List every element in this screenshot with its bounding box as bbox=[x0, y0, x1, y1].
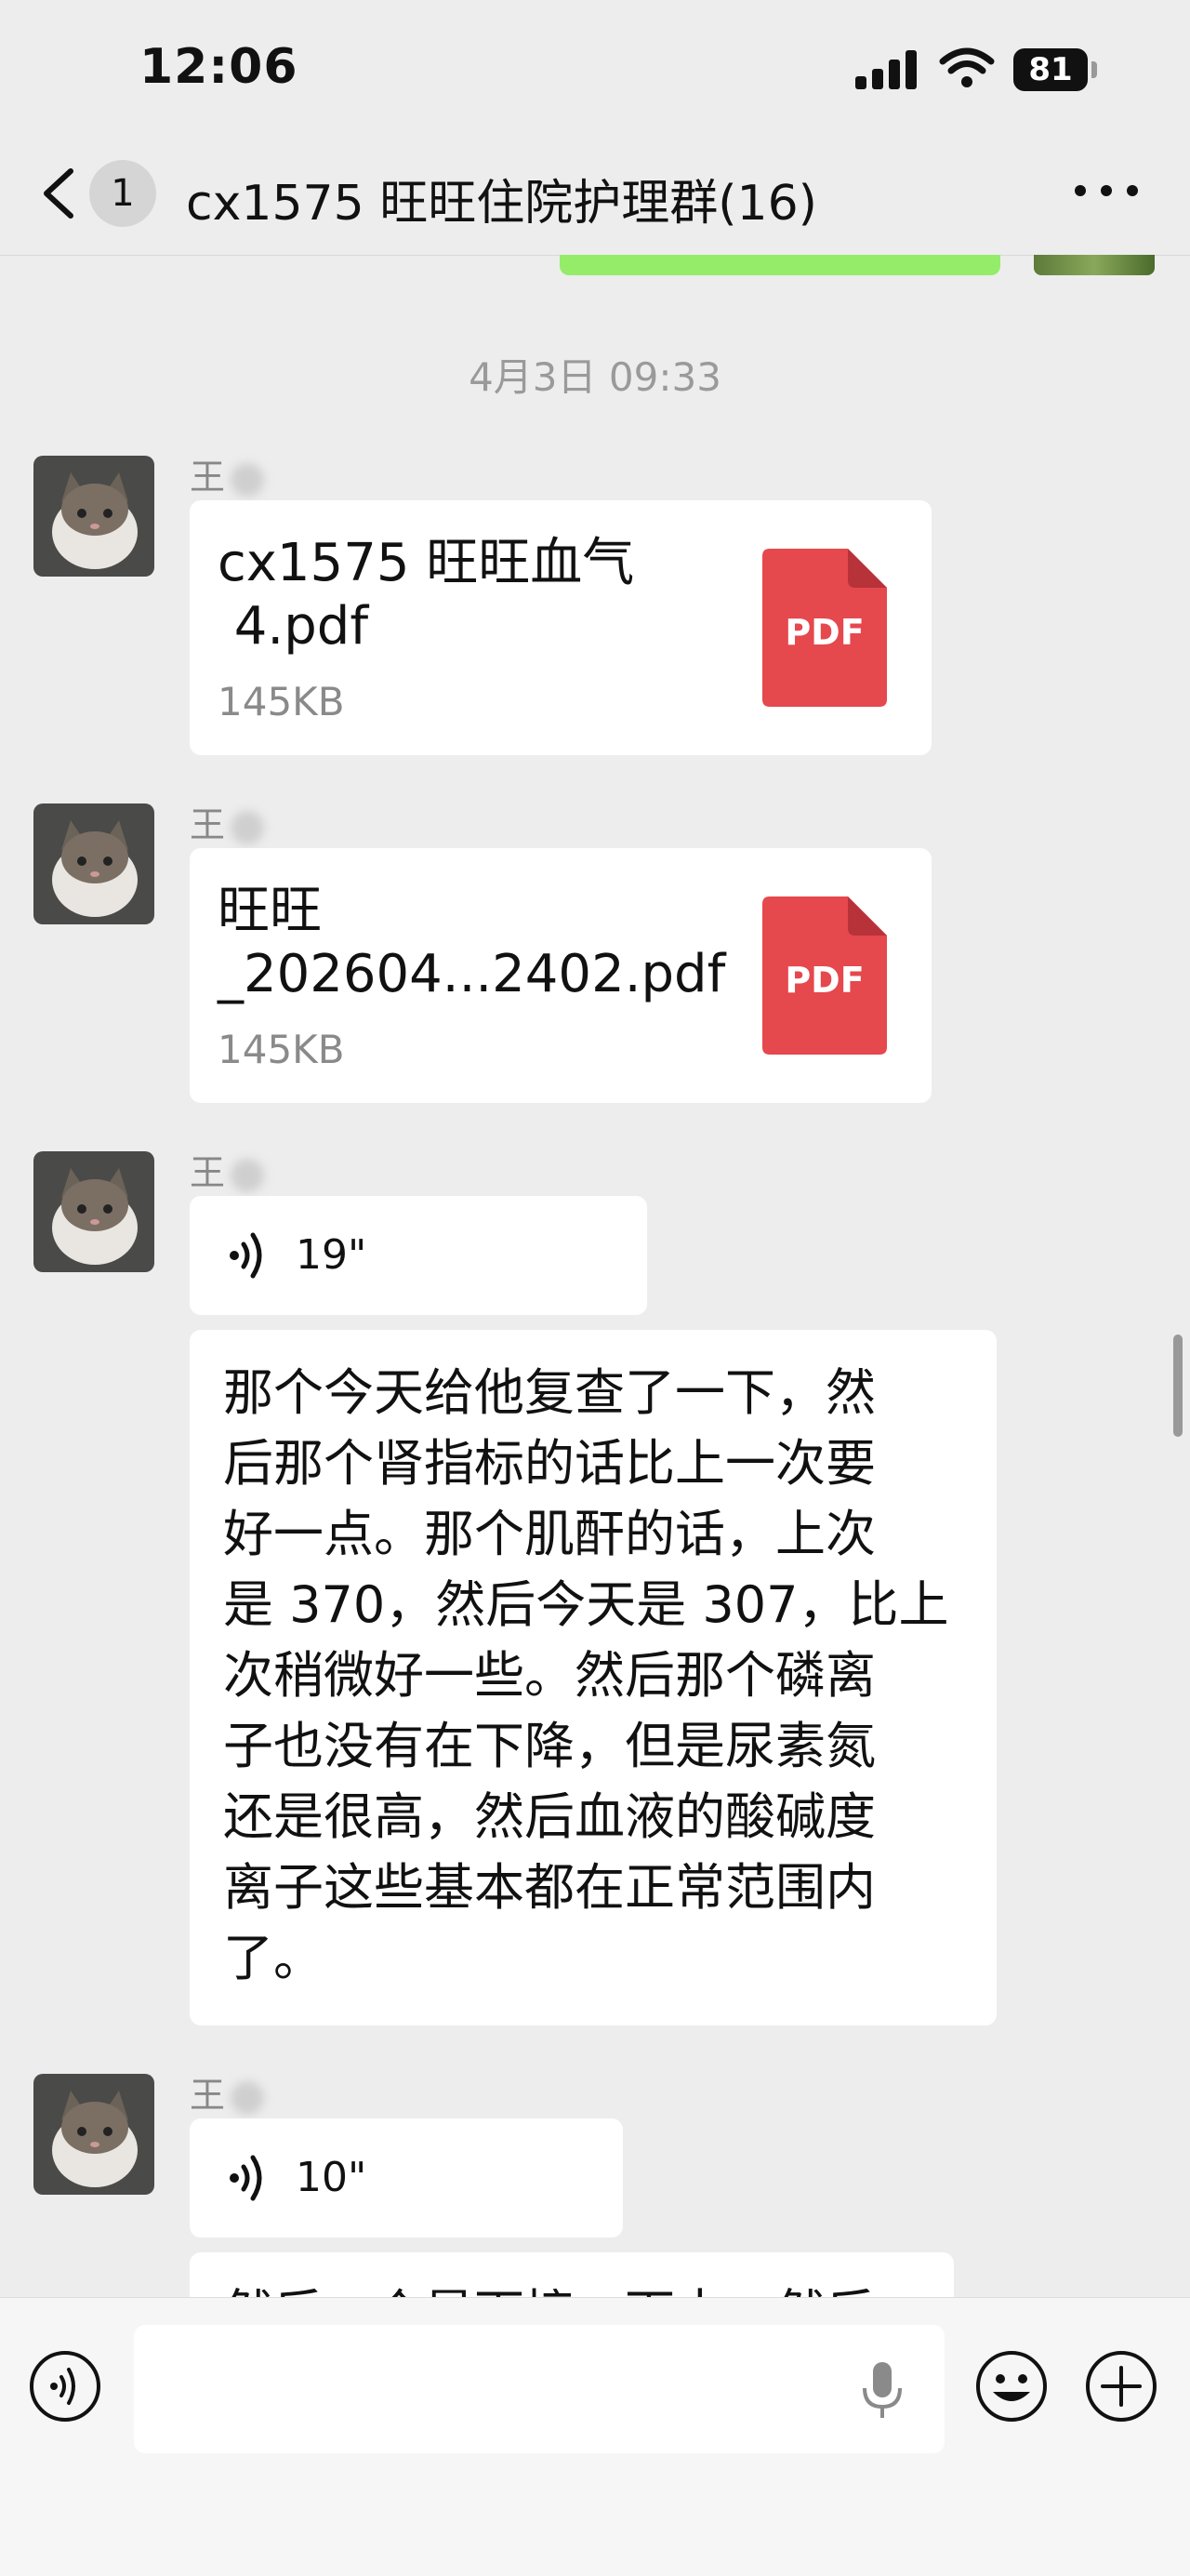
file-message-bubble[interactable]: cx1575 旺旺血气 4.pdf 145KB PDF bbox=[190, 500, 932, 755]
emoji-icon[interactable] bbox=[974, 2349, 1049, 2423]
wifi-icon bbox=[939, 47, 995, 87]
avatar[interactable] bbox=[33, 1151, 154, 1272]
voice-wave-icon bbox=[230, 2155, 262, 2201]
message-text: 那个今天给他复查了一下，然 后那个肾指标的话比上一次要 好一点。那个肌酐的话，上… bbox=[223, 1363, 949, 1987]
sender-name: 王 bbox=[190, 448, 265, 499]
file-name-line1: 旺旺 bbox=[218, 881, 322, 941]
previous-message-bubble[interactable] bbox=[560, 255, 1000, 275]
unread-count-badge[interactable]: 1 bbox=[89, 160, 156, 227]
more-dots-icon[interactable] bbox=[1069, 177, 1144, 205]
sender-name: 王 bbox=[190, 2066, 265, 2118]
avatar[interactable] bbox=[33, 456, 154, 577]
text-message-bubble[interactable]: 那个今天给他复查了一下，然 后那个肾指标的话比上一次要 好一点。那个肌酐的话，上… bbox=[190, 1330, 997, 2025]
scrollbar[interactable] bbox=[1173, 1334, 1183, 1437]
avatar[interactable] bbox=[33, 2074, 154, 2195]
avatar[interactable] bbox=[33, 803, 154, 924]
pdf-badge-label: PDF bbox=[785, 612, 865, 653]
pdf-badge-label: PDF bbox=[785, 960, 865, 1001]
chat-timestamp: 4月3日 09:33 bbox=[469, 354, 721, 400]
voice-message-bubble[interactable]: 10" bbox=[190, 2118, 623, 2237]
file-name-line2: 4.pdf bbox=[218, 596, 369, 657]
chat-title: cx1575 旺旺住院护理群(16) bbox=[186, 176, 817, 232]
message-input[interactable] bbox=[134, 2325, 945, 2453]
file-name-line1: cx1575 旺旺血气 bbox=[218, 533, 635, 593]
file-size: 145KB bbox=[218, 679, 345, 724]
plus-icon[interactable] bbox=[1084, 2349, 1158, 2423]
mic-icon[interactable] bbox=[859, 2360, 906, 2420]
voice-mode-icon[interactable] bbox=[28, 2349, 102, 2423]
file-message-bubble[interactable]: 旺旺 _202604...2402.pdf 145KB PDF bbox=[190, 848, 932, 1103]
sender-name: 王 bbox=[190, 1144, 265, 1195]
back-chevron-icon[interactable] bbox=[37, 166, 84, 221]
status-time: 12:06 bbox=[139, 39, 298, 95]
voice-message-bubble[interactable]: 19" bbox=[190, 1196, 647, 1315]
battery-icon: 81 bbox=[1013, 48, 1099, 91]
previous-user-avatar[interactable] bbox=[1034, 255, 1155, 275]
battery-level: 81 bbox=[1013, 48, 1088, 91]
cellular-signal-icon bbox=[855, 50, 917, 89]
file-name-line2: _202604...2402.pdf bbox=[218, 944, 726, 1004]
voice-duration: 19" bbox=[296, 1231, 367, 1279]
file-size: 145KB bbox=[218, 1027, 345, 1072]
voice-wave-icon bbox=[230, 1232, 262, 1279]
voice-duration: 10" bbox=[296, 2154, 367, 2201]
sender-name: 王 bbox=[190, 796, 265, 847]
